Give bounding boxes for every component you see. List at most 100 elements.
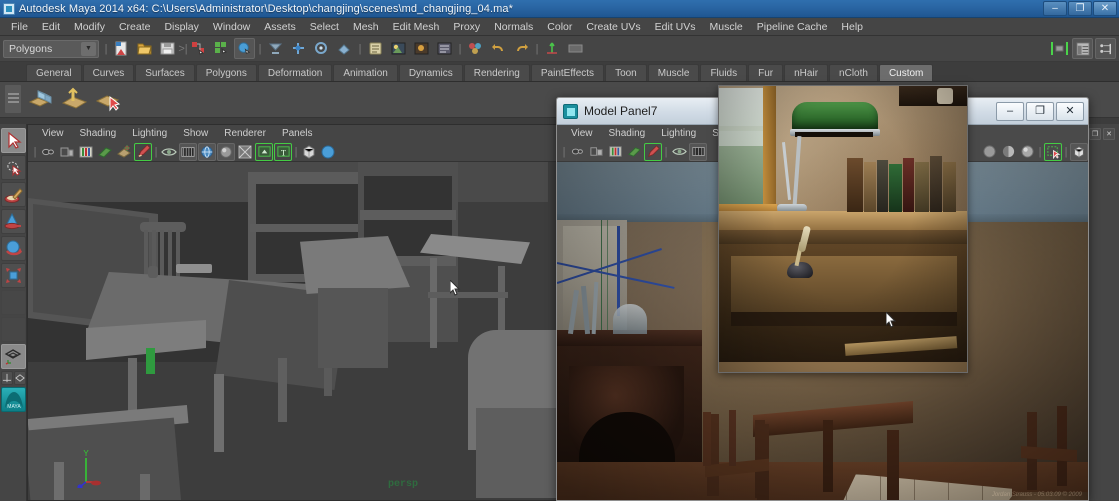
- channel-box-layer-editor-icon[interactable]: [1095, 38, 1116, 59]
- menu-item-window[interactable]: Window: [206, 19, 257, 35]
- menu-item-pipeline-cache[interactable]: Pipeline Cache: [750, 19, 835, 35]
- shelf-tab-general[interactable]: General: [26, 64, 82, 81]
- rotate-tool[interactable]: [1, 236, 26, 261]
- single-perspective-layout-icon[interactable]: [1, 371, 13, 385]
- grease-pencil-icon[interactable]: [644, 142, 662, 161]
- model-panel-minimize-button[interactable]: –: [996, 102, 1024, 121]
- wireframe-icon[interactable]: [980, 143, 998, 161]
- shelf-tab-fluids[interactable]: Fluids: [700, 64, 748, 81]
- panel-menu-renderer[interactable]: Renderer: [216, 126, 274, 141]
- attribute-editor-icon[interactable]: [1072, 38, 1093, 59]
- polygon-select-shelf-icon[interactable]: [94, 85, 124, 115]
- panel-menu-panels[interactable]: Panels: [274, 126, 321, 141]
- menu-item-edit[interactable]: Edit: [35, 19, 67, 35]
- xray-icon[interactable]: [670, 143, 688, 161]
- shelf-tab-curves[interactable]: Curves: [82, 64, 135, 81]
- menu-item-edit-mesh[interactable]: Edit Mesh: [386, 19, 447, 35]
- bounding-box-icon[interactable]: [300, 143, 318, 161]
- menu-item-file[interactable]: File: [4, 19, 35, 35]
- menu-item-display[interactable]: Display: [157, 19, 205, 35]
- shelf-tab-surfaces[interactable]: Surfaces: [135, 64, 195, 81]
- panel-menu-shading[interactable]: Shading: [72, 126, 125, 141]
- shelf-tab-rendering[interactable]: Rendering: [463, 64, 530, 81]
- redo-icon[interactable]: [511, 38, 532, 59]
- shelf-tab-animation[interactable]: Animation: [333, 64, 398, 81]
- four-view-layout-tool[interactable]: [1, 344, 26, 369]
- menu-item-color[interactable]: Color: [540, 19, 579, 35]
- paint-select-tool[interactable]: [1, 182, 26, 207]
- minimize-button[interactable]: –: [1043, 1, 1067, 16]
- shelf-tab-toon[interactable]: Toon: [605, 64, 647, 81]
- select-by-object-icon[interactable]: [211, 38, 232, 59]
- model-panel-menu-lighting[interactable]: Lighting: [653, 126, 704, 141]
- reference-photo-bankers-lamp[interactable]: [718, 85, 968, 373]
- camera-attributes-icon[interactable]: [77, 143, 95, 161]
- scale-tool[interactable]: [1, 263, 26, 288]
- menu-item-proxy[interactable]: Proxy: [446, 19, 487, 35]
- menu-item-normals[interactable]: Normals: [487, 19, 540, 35]
- wireframe-icon[interactable]: [198, 142, 216, 161]
- render-current-frame-icon[interactable]: [388, 38, 409, 59]
- select-by-component-icon[interactable]: [234, 38, 255, 59]
- blank-slot-1[interactable]: [1, 290, 26, 315]
- save-scene-icon[interactable]: [157, 38, 178, 59]
- panel-menu-lighting[interactable]: Lighting: [124, 126, 175, 141]
- textured-icon[interactable]: [236, 143, 254, 161]
- textured-icon[interactable]: [1018, 143, 1036, 161]
- menu-item-help[interactable]: Help: [834, 19, 870, 35]
- select-camera-icon[interactable]: [568, 143, 586, 161]
- chevron-down-icon[interactable]: ▼: [81, 41, 96, 56]
- shelf-tab-deformation[interactable]: Deformation: [257, 64, 333, 81]
- xray-icon[interactable]: [160, 143, 178, 161]
- menu-item-create-uvs[interactable]: Create UVs: [579, 19, 647, 35]
- use-all-lights-icon[interactable]: [255, 142, 273, 161]
- blank-slot-2[interactable]: [1, 317, 26, 342]
- image-plane-icon[interactable]: [115, 143, 133, 161]
- menu-item-edit-uvs[interactable]: Edit UVs: [648, 19, 703, 35]
- hypershade-icon[interactable]: [465, 38, 486, 59]
- new-scene-icon[interactable]: [111, 38, 132, 59]
- polygon-cube-shelf-icon[interactable]: [26, 85, 56, 115]
- menu-item-mesh[interactable]: Mesh: [346, 19, 386, 35]
- isolate-select-icon[interactable]: [319, 143, 337, 161]
- show-hide-modeling-toolkit-icon[interactable]: [1049, 38, 1070, 59]
- camera-attributes-icon[interactable]: [606, 143, 624, 161]
- restore-panel-button[interactable]: ❐: [1089, 128, 1101, 140]
- menu-item-modify[interactable]: Modify: [67, 19, 112, 35]
- move-tool[interactable]: [1, 209, 26, 234]
- show-manipulator-icon[interactable]: [542, 38, 563, 59]
- lasso-select-tool[interactable]: [1, 155, 26, 180]
- shelf-tab-polygons[interactable]: Polygons: [195, 64, 257, 81]
- select-camera-icon[interactable]: [39, 143, 57, 161]
- shelf-tab-custom[interactable]: Custom: [878, 64, 934, 81]
- shelf-tab-nhair[interactable]: nHair: [784, 64, 829, 81]
- model-panel-close-button[interactable]: ✕: [1056, 102, 1084, 121]
- model-panel-menu-shading[interactable]: Shading: [601, 126, 654, 141]
- isolate-select-icon[interactable]: [1044, 142, 1062, 161]
- construction-history-icon[interactable]: [365, 38, 386, 59]
- bookmark-icon[interactable]: [96, 143, 114, 161]
- lock-camera-icon[interactable]: [587, 143, 605, 161]
- close-button[interactable]: ✕: [1093, 1, 1117, 16]
- maximize-button[interactable]: ❐: [1068, 1, 1092, 16]
- polygon-bevel-shelf-icon[interactable]: [60, 85, 90, 115]
- shelf-tab-fur[interactable]: Fur: [748, 64, 784, 81]
- shelf-options-handle[interactable]: [4, 84, 22, 114]
- select-tool[interactable]: [1, 128, 26, 153]
- menu-item-create[interactable]: Create: [112, 19, 158, 35]
- model-panel-menu-view[interactable]: View: [563, 126, 601, 141]
- shelf-tab-painteffects[interactable]: PaintEffects: [530, 64, 605, 81]
- shelf-tab-dynamics[interactable]: Dynamics: [398, 64, 463, 81]
- open-scene-icon[interactable]: [134, 38, 155, 59]
- film-gate-icon[interactable]: [179, 142, 197, 161]
- snap-to-point-icon[interactable]: [311, 38, 332, 59]
- select-by-hierarchy-icon[interactable]: [188, 38, 209, 59]
- grease-pencil-icon[interactable]: [134, 142, 152, 161]
- shelf-tab-ncloth[interactable]: nCloth: [829, 64, 878, 81]
- undo-icon[interactable]: [488, 38, 509, 59]
- menu-item-select[interactable]: Select: [303, 19, 346, 35]
- render-settings-icon[interactable]: [434, 38, 455, 59]
- bounding-box-icon[interactable]: [1070, 142, 1088, 161]
- menu-item-assets[interactable]: Assets: [257, 19, 303, 35]
- bookmark-icon[interactable]: [625, 143, 643, 161]
